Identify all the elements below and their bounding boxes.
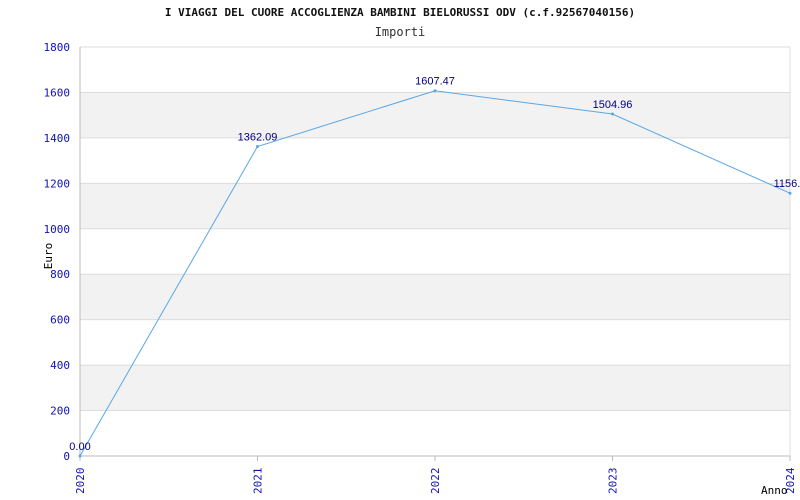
data-point (256, 145, 259, 149)
x-tick-label: 2021 (252, 468, 265, 495)
data-label: 1504.96 (593, 99, 633, 111)
plot-band (80, 365, 790, 411)
y-axis-label: Euro (42, 243, 55, 270)
plot-band (80, 183, 790, 229)
data-label: 1607.47 (415, 76, 455, 88)
data-point (78, 454, 82, 458)
y-tick-label: 1800 (44, 41, 71, 54)
data-label: 1156.6 (774, 178, 800, 190)
x-tick-label: 2020 (74, 468, 87, 495)
y-tick-label: 1600 (44, 86, 71, 99)
x-tick-label: 2023 (607, 468, 620, 495)
y-tick-label: 600 (50, 314, 70, 327)
x-tick-labels: 2020 2021 2022 2023 2024 (74, 467, 797, 494)
plot-band (80, 274, 790, 320)
plot-band (80, 92, 790, 138)
data-point (611, 112, 614, 116)
y-tick-label: 1400 (44, 132, 71, 145)
plot-bands (80, 92, 790, 411)
x-tick-label: 2022 (429, 468, 442, 495)
data-point (788, 191, 792, 195)
y-tick-label: 1000 (44, 223, 71, 236)
data-label: 0.00 (69, 441, 90, 453)
line-chart: 020040060080010001200140016001800 2020 20… (42, 41, 800, 497)
data-point (433, 89, 437, 93)
y-tick-label: 400 (50, 359, 70, 372)
y-tick-label: 1200 (44, 177, 71, 190)
y-tick-label: 200 (50, 405, 70, 418)
x-axis-label: Anno (761, 484, 788, 497)
data-label: 1362.09 (238, 132, 278, 144)
